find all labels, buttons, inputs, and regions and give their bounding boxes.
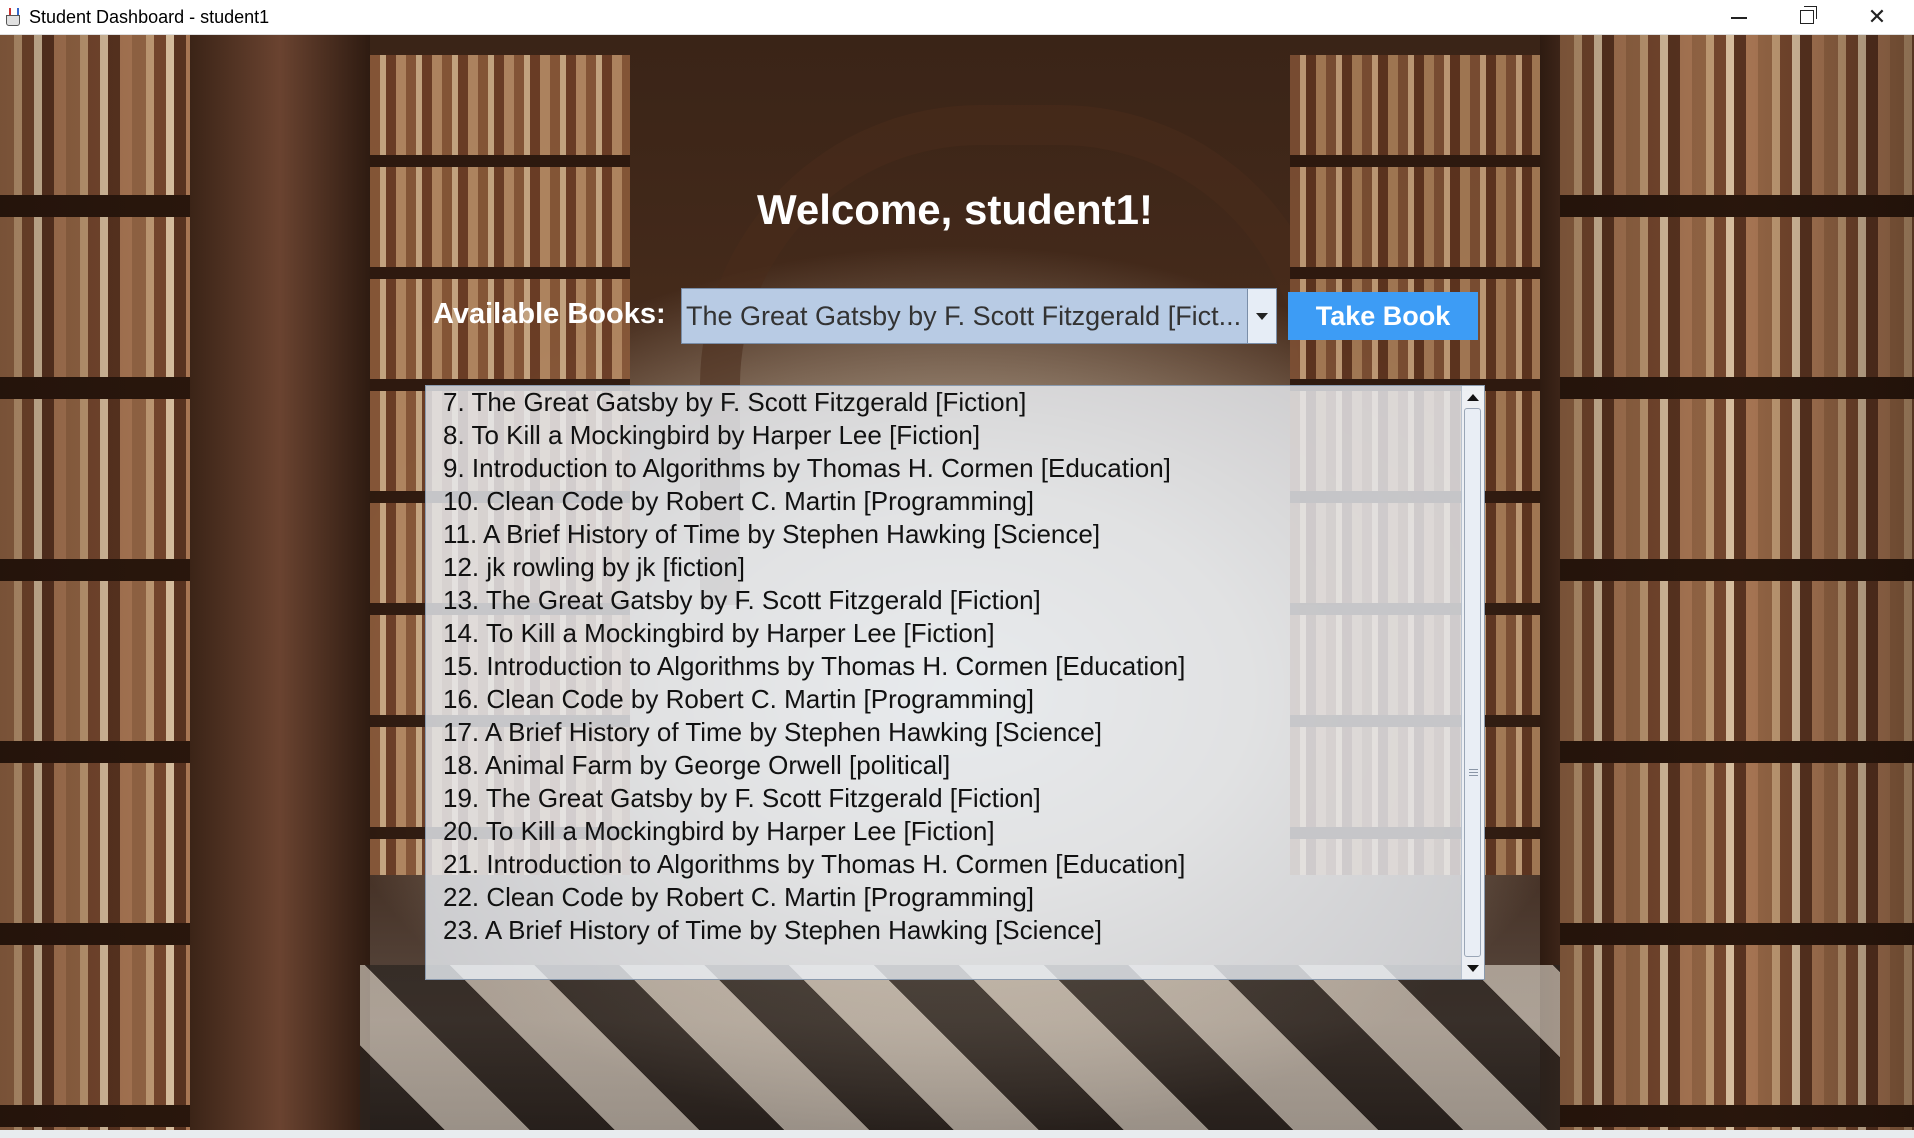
checkered-floor <box>360 965 1560 1130</box>
bookshelf-right <box>1560 35 1914 1130</box>
vertical-scrollbar[interactable] <box>1461 386 1484 979</box>
close-button[interactable]: ✕ <box>1843 0 1911 34</box>
book-list-item[interactable]: 20. To Kill a Mockingbird by Harper Lee … <box>443 815 1454 848</box>
chevron-down-icon <box>1256 312 1268 320</box>
book-list-item[interactable]: 23. A Brief History of Time by Stephen H… <box>443 914 1454 947</box>
window-titlebar: Student Dashboard - student1 ✕ <box>0 0 1914 35</box>
book-list-item[interactable]: 14. To Kill a Mockingbird by Harper Lee … <box>443 617 1454 650</box>
welcome-heading: Welcome, student1! <box>757 186 1153 233</box>
book-list-item[interactable]: 12. jk rowling by jk [fiction] <box>443 551 1454 584</box>
arrow-down-icon <box>1467 964 1479 972</box>
minimize-icon <box>1731 17 1747 19</box>
window-bottom-edge <box>0 1130 1914 1138</box>
minimize-button[interactable] <box>1705 0 1773 34</box>
java-app-icon <box>3 7 23 27</box>
arrow-up-icon <box>1467 393 1479 401</box>
scroll-down-button[interactable] <box>1462 957 1484 979</box>
book-list-panel[interactable]: 7. The Great Gatsby by F. Scott Fitzgera… <box>425 385 1485 980</box>
book-list-item[interactable]: 18. Animal Farm by George Orwell [politi… <box>443 749 1454 782</box>
scroll-up-button[interactable] <box>1462 386 1484 408</box>
book-list-item[interactable]: 17. A Brief History of Time by Stephen H… <box>443 716 1454 749</box>
restore-icon <box>1800 6 1817 24</box>
book-list-item[interactable]: 8. To Kill a Mockingbird by Harper Lee [… <box>443 419 1454 452</box>
book-list-item[interactable]: 22. Clean Code by Robert C. Martin [Prog… <box>443 881 1454 914</box>
take-book-button[interactable]: Take Book <box>1288 292 1478 340</box>
book-list[interactable]: 7. The Great Gatsby by F. Scott Fitzgera… <box>443 386 1454 947</box>
pillar-left <box>190 35 370 1130</box>
book-list-item[interactable]: 13. The Great Gatsby by F. Scott Fitzger… <box>443 584 1454 617</box>
book-list-item[interactable]: 10. Clean Code by Robert C. Martin [Prog… <box>443 485 1454 518</box>
restore-button[interactable] <box>1773 0 1841 34</box>
books-dropdown-value: The Great Gatsby by F. Scott Fitzgerald … <box>686 300 1242 331</box>
book-list-item[interactable]: 9. Introduction to Algorithms by Thomas … <box>443 452 1454 485</box>
book-list-item[interactable]: 11. A Brief History of Time by Stephen H… <box>443 518 1454 551</box>
book-list-item[interactable]: 16. Clean Code by Robert C. Martin [Prog… <box>443 683 1454 716</box>
book-list-item[interactable]: 7. The Great Gatsby by F. Scott Fitzgera… <box>443 386 1454 419</box>
window-title: Student Dashboard - student1 <box>29 6 270 27</box>
dropdown-arrow-button[interactable] <box>1247 289 1276 343</box>
book-list-item[interactable]: 19. The Great Gatsby by F. Scott Fitzger… <box>443 782 1454 815</box>
scroll-thumb[interactable] <box>1464 408 1481 957</box>
grip-icon <box>1469 769 1478 776</box>
book-list-item[interactable]: 15. Introduction to Algorithms by Thomas… <box>443 650 1454 683</box>
available-books-label: Available Books: <box>433 298 666 330</box>
book-list-item[interactable]: 21. Introduction to Algorithms by Thomas… <box>443 848 1454 881</box>
close-icon: ✕ <box>1867 4 1887 29</box>
books-dropdown[interactable]: The Great Gatsby by F. Scott Fitzgerald … <box>681 288 1277 344</box>
